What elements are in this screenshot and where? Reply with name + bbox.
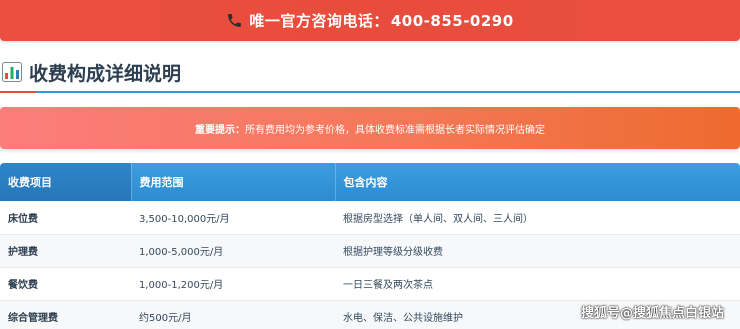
- fee-item: 护理费: [0, 234, 131, 268]
- column-header-item: 收费项目: [0, 163, 132, 201]
- fee-range: 1,000-5,000元/月: [131, 234, 335, 268]
- phone-number[interactable]: 400-855-0290: [391, 12, 514, 30]
- fee-content: 一日三餐及两次茶点: [335, 267, 740, 301]
- notice-label: 重要提示：: [195, 124, 245, 136]
- phone-banner[interactable]: 唯一官方咨询电话： 400-855-0290: [0, 0, 740, 41]
- title-divider: [0, 91, 740, 93]
- table-row: 护理费 1,000-5,000元/月 根据护理等级分级收费: [0, 234, 740, 268]
- table-row: 床位费 3,500-10,000元/月 根据房型选择（单人间、双人间、三人间）: [0, 201, 740, 235]
- fee-range: 约500元/月: [131, 300, 335, 329]
- phone-icon: [226, 12, 243, 29]
- fee-content: 根据房型选择（单人间、双人间、三人间）: [335, 201, 740, 235]
- fee-item: 床位费: [0, 201, 131, 235]
- section-title: 收费构成详细说明: [2, 58, 181, 86]
- column-header-content: 包含内容: [335, 163, 740, 201]
- bar-chart-icon: [2, 62, 22, 82]
- table-header-row: 收费项目 费用范围 包含内容: [0, 163, 740, 201]
- table-row: 餐饮费 1,000-1,200元/月 一日三餐及两次茶点: [0, 267, 740, 301]
- column-header-range: 费用范围: [131, 163, 336, 201]
- fee-item: 餐饮费: [0, 267, 131, 301]
- fee-range: 1,000-1,200元/月: [131, 267, 335, 301]
- fee-item: 综合管理费: [0, 300, 131, 329]
- section-title-text: 收费构成详细说明: [29, 62, 182, 85]
- fee-content: 根据护理等级分级收费: [335, 234, 740, 268]
- title-divider-accent: [0, 91, 36, 93]
- phone-banner-label: 唯一官方咨询电话：: [249, 12, 389, 30]
- important-notice: 重要提示： 所有费用均为参考价格，具体收费标准需根据长者实际情况评估确定: [0, 107, 740, 149]
- fee-range: 3,500-10,000元/月: [131, 201, 335, 235]
- notice-text: 所有费用均为参考价格，具体收费标准需根据长者实际情况评估确定: [245, 124, 545, 136]
- watermark: 搜狐号@搜狐焦点白银站: [580, 306, 724, 321]
